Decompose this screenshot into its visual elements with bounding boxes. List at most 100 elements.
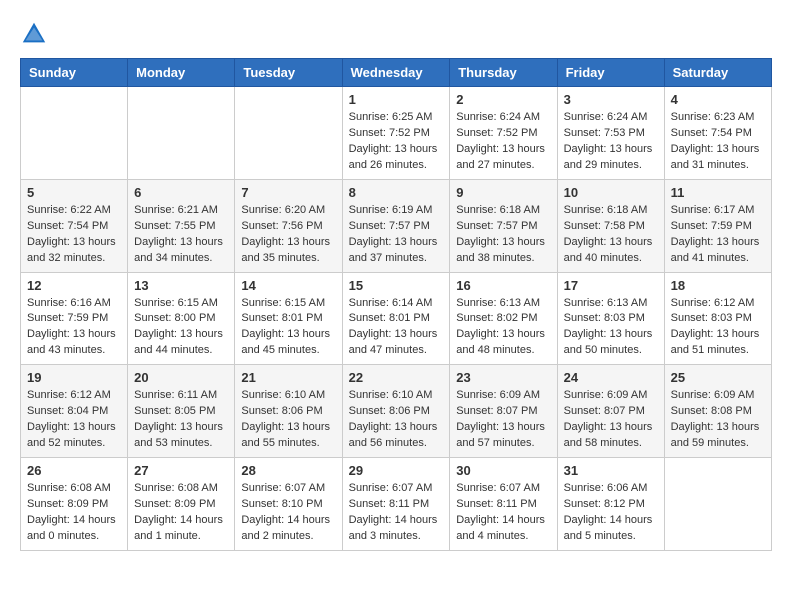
day-info: Sunrise: 6:12 AMSunset: 8:03 PMDaylight:… — [671, 296, 765, 360]
calendar-cell — [128, 87, 235, 180]
calendar-cell: 24 Sunrise: 6:09 AMSunset: 8:07 PMDayligh… — [557, 365, 664, 458]
day-info: Sunrise: 6:07 AMSunset: 8:10 PMDaylight:… — [241, 481, 335, 545]
day-number: 31 — [564, 463, 658, 478]
day-info: Sunrise: 6:08 AMSunset: 8:09 PMDaylight:… — [134, 481, 228, 545]
calendar-cell: 26Sunrise: 6:08 AMSunset: 8:09 PMDayligh… — [21, 458, 128, 551]
day-info: Sunrise: 6:09 AMSunset: 8:07 PMDaylight:… — [564, 388, 658, 452]
day-number: 28 — [241, 463, 335, 478]
day-info: Sunrise: 6:15 AMSunset: 8:00 PMDaylight:… — [134, 296, 228, 360]
day-info: Sunrise: 6:16 AMSunset: 7:59 PMDaylight:… — [27, 296, 121, 360]
day-info: Sunrise: 6:06 AMSunset: 8:12 PMDaylight:… — [564, 481, 658, 545]
calendar-cell: 2 Sunrise: 6:24 AMSunset: 7:52 PMDaylight… — [450, 87, 557, 180]
day-info: Sunrise: 6:14 AMSunset: 8:01 PMDaylight:… — [349, 296, 444, 360]
weekday-header: Saturday — [664, 59, 771, 87]
page-header — [20, 20, 772, 48]
day-number: 25 — [671, 370, 765, 385]
day-number: 12 — [27, 278, 121, 293]
calendar-cell: 8Sunrise: 6:19 AMSunset: 7:57 PMDaylight… — [342, 179, 450, 272]
day-number: 22 — [349, 370, 444, 385]
day-info: Sunrise: 6:12 AMSunset: 8:04 PMDaylight:… — [27, 388, 121, 452]
day-number: 4 — [671, 92, 765, 107]
day-number: 1 — [349, 92, 444, 107]
day-number: 15 — [349, 278, 444, 293]
day-number: 17 — [564, 278, 658, 293]
calendar-cell: 7 Sunrise: 6:20 AMSunset: 7:56 PMDaylight… — [235, 179, 342, 272]
day-info: Sunrise: 6:15 AMSunset: 8:01 PMDaylight:… — [241, 296, 335, 360]
calendar-cell: 6 Sunrise: 6:21 AMSunset: 7:55 PMDaylight… — [128, 179, 235, 272]
calendar-cell: 22 Sunrise: 6:10 AMSunset: 8:06 PMDayligh… — [342, 365, 450, 458]
calendar-cell: 29 Sunrise: 6:07 AMSunset: 8:11 PMDayligh… — [342, 458, 450, 551]
calendar-week-row: 12 Sunrise: 6:16 AMSunset: 7:59 PMDayligh… — [21, 272, 772, 365]
day-number: 20 — [134, 370, 228, 385]
day-info: Sunrise: 6:09 AMSunset: 8:08 PMDaylight:… — [671, 388, 765, 452]
calendar-cell: 11 Sunrise: 6:17 AMSunset: 7:59 PMDayligh… — [664, 179, 771, 272]
calendar-cell: 27 Sunrise: 6:08 AMSunset: 8:09 PMDayligh… — [128, 458, 235, 551]
day-number: 10 — [564, 185, 658, 200]
calendar-cell — [664, 458, 771, 551]
weekday-header: Wednesday — [342, 59, 450, 87]
calendar-week-row: 26 Sunrise: 6:08 AMSunset: 8:09 PMDayligh… — [21, 458, 772, 551]
day-info: Sunrise: 6:17 AMSunset: 7:59 PMDaylight:… — [671, 203, 765, 267]
calendar-cell — [235, 87, 342, 180]
calendar-cell: 28 Sunrise: 6:07 AMSunset: 8:10 PMDayligh… — [235, 458, 342, 551]
weekday-header: Thursday — [450, 59, 557, 87]
weekday-header: Tuesday — [235, 59, 342, 87]
calendar-week-row: 1 Sunrise: 6:25 AMSunset: 7:52 PMDaylight… — [21, 87, 772, 180]
day-number: 26 — [27, 463, 121, 478]
day-number: 5 — [27, 185, 121, 200]
day-info: Sunrise: 6:20 AMSunset: 7:56 PMDaylight:… — [241, 203, 335, 267]
day-info: Sunrise: 6:07 AMSunset: 8:11 PMDaylight:… — [349, 481, 444, 545]
day-number: 18 — [671, 278, 765, 293]
day-info: Sunrise: 6:10 AMSunset: 8:06 PMDaylight:… — [241, 388, 335, 452]
day-info: Sunrise: 6:07 AMSunset: 8:11 PMDaylight:… — [456, 481, 550, 545]
weekday-header-row: SundayMondayTuesdayWednesdayThursdayFrid… — [21, 59, 772, 87]
calendar-cell: 20Sunrise: 6:11 AMSunset: 8:05 PMDayligh… — [128, 365, 235, 458]
day-number: 13 — [134, 278, 228, 293]
calendar-cell: 1 Sunrise: 6:25 AMSunset: 7:52 PMDaylight… — [342, 87, 450, 180]
day-number: 14 — [241, 278, 335, 293]
calendar-cell: 21Sunrise: 6:10 AMSunset: 8:06 PMDayligh… — [235, 365, 342, 458]
calendar-cell — [21, 87, 128, 180]
logo — [20, 20, 52, 48]
weekday-header: Sunday — [21, 59, 128, 87]
day-info: Sunrise: 6:21 AMSunset: 7:55 PMDaylight:… — [134, 203, 228, 267]
day-number: 2 — [456, 92, 550, 107]
calendar-cell: 18 Sunrise: 6:12 AMSunset: 8:03 PMDayligh… — [664, 272, 771, 365]
calendar-cell: 31 Sunrise: 6:06 AMSunset: 8:12 PMDayligh… — [557, 458, 664, 551]
logo-icon — [20, 20, 48, 48]
day-info: Sunrise: 6:23 AMSunset: 7:54 PMDaylight:… — [671, 110, 765, 174]
day-number: 6 — [134, 185, 228, 200]
day-info: Sunrise: 6:19 AMSunset: 7:57 PMDaylight:… — [349, 203, 444, 267]
weekday-header: Monday — [128, 59, 235, 87]
day-info: Sunrise: 6:22 AMSunset: 7:54 PMDaylight:… — [27, 203, 121, 267]
day-number: 3 — [564, 92, 658, 107]
calendar-cell: 5 Sunrise: 6:22 AMSunset: 7:54 PMDaylight… — [21, 179, 128, 272]
calendar-cell: 23Sunrise: 6:09 AMSunset: 8:07 PMDayligh… — [450, 365, 557, 458]
day-info: Sunrise: 6:13 AMSunset: 8:02 PMDaylight:… — [456, 296, 550, 360]
calendar-cell: 12 Sunrise: 6:16 AMSunset: 7:59 PMDayligh… — [21, 272, 128, 365]
day-number: 29 — [349, 463, 444, 478]
day-info: Sunrise: 6:25 AMSunset: 7:52 PMDaylight:… — [349, 110, 444, 174]
calendar-cell: 19Sunrise: 6:12 AMSunset: 8:04 PMDayligh… — [21, 365, 128, 458]
day-number: 27 — [134, 463, 228, 478]
day-number: 16 — [456, 278, 550, 293]
calendar-cell: 15 Sunrise: 6:14 AMSunset: 8:01 PMDayligh… — [342, 272, 450, 365]
weekday-header: Friday — [557, 59, 664, 87]
day-info: Sunrise: 6:09 AMSunset: 8:07 PMDaylight:… — [456, 388, 550, 452]
day-number: 24 — [564, 370, 658, 385]
day-info: Sunrise: 6:13 AMSunset: 8:03 PMDaylight:… — [564, 296, 658, 360]
day-info: Sunrise: 6:18 AMSunset: 7:58 PMDaylight:… — [564, 203, 658, 267]
calendar-cell: 9Sunrise: 6:18 AMSunset: 7:57 PMDaylight… — [450, 179, 557, 272]
day-info: Sunrise: 6:24 AMSunset: 7:52 PMDaylight:… — [456, 110, 550, 174]
calendar-cell: 4 Sunrise: 6:23 AMSunset: 7:54 PMDaylight… — [664, 87, 771, 180]
day-number: 30 — [456, 463, 550, 478]
calendar-cell: 10 Sunrise: 6:18 AMSunset: 7:58 PMDayligh… — [557, 179, 664, 272]
day-number: 11 — [671, 185, 765, 200]
day-info: Sunrise: 6:10 AMSunset: 8:06 PMDaylight:… — [349, 388, 444, 452]
calendar-cell: 30 Sunrise: 6:07 AMSunset: 8:11 PMDayligh… — [450, 458, 557, 551]
day-number: 7 — [241, 185, 335, 200]
calendar-cell: 13 Sunrise: 6:15 AMSunset: 8:00 PMDayligh… — [128, 272, 235, 365]
day-number: 9 — [456, 185, 550, 200]
calendar-cell: 16 Sunrise: 6:13 AMSunset: 8:02 PMDayligh… — [450, 272, 557, 365]
calendar-cell: 17 Sunrise: 6:13 AMSunset: 8:03 PMDayligh… — [557, 272, 664, 365]
